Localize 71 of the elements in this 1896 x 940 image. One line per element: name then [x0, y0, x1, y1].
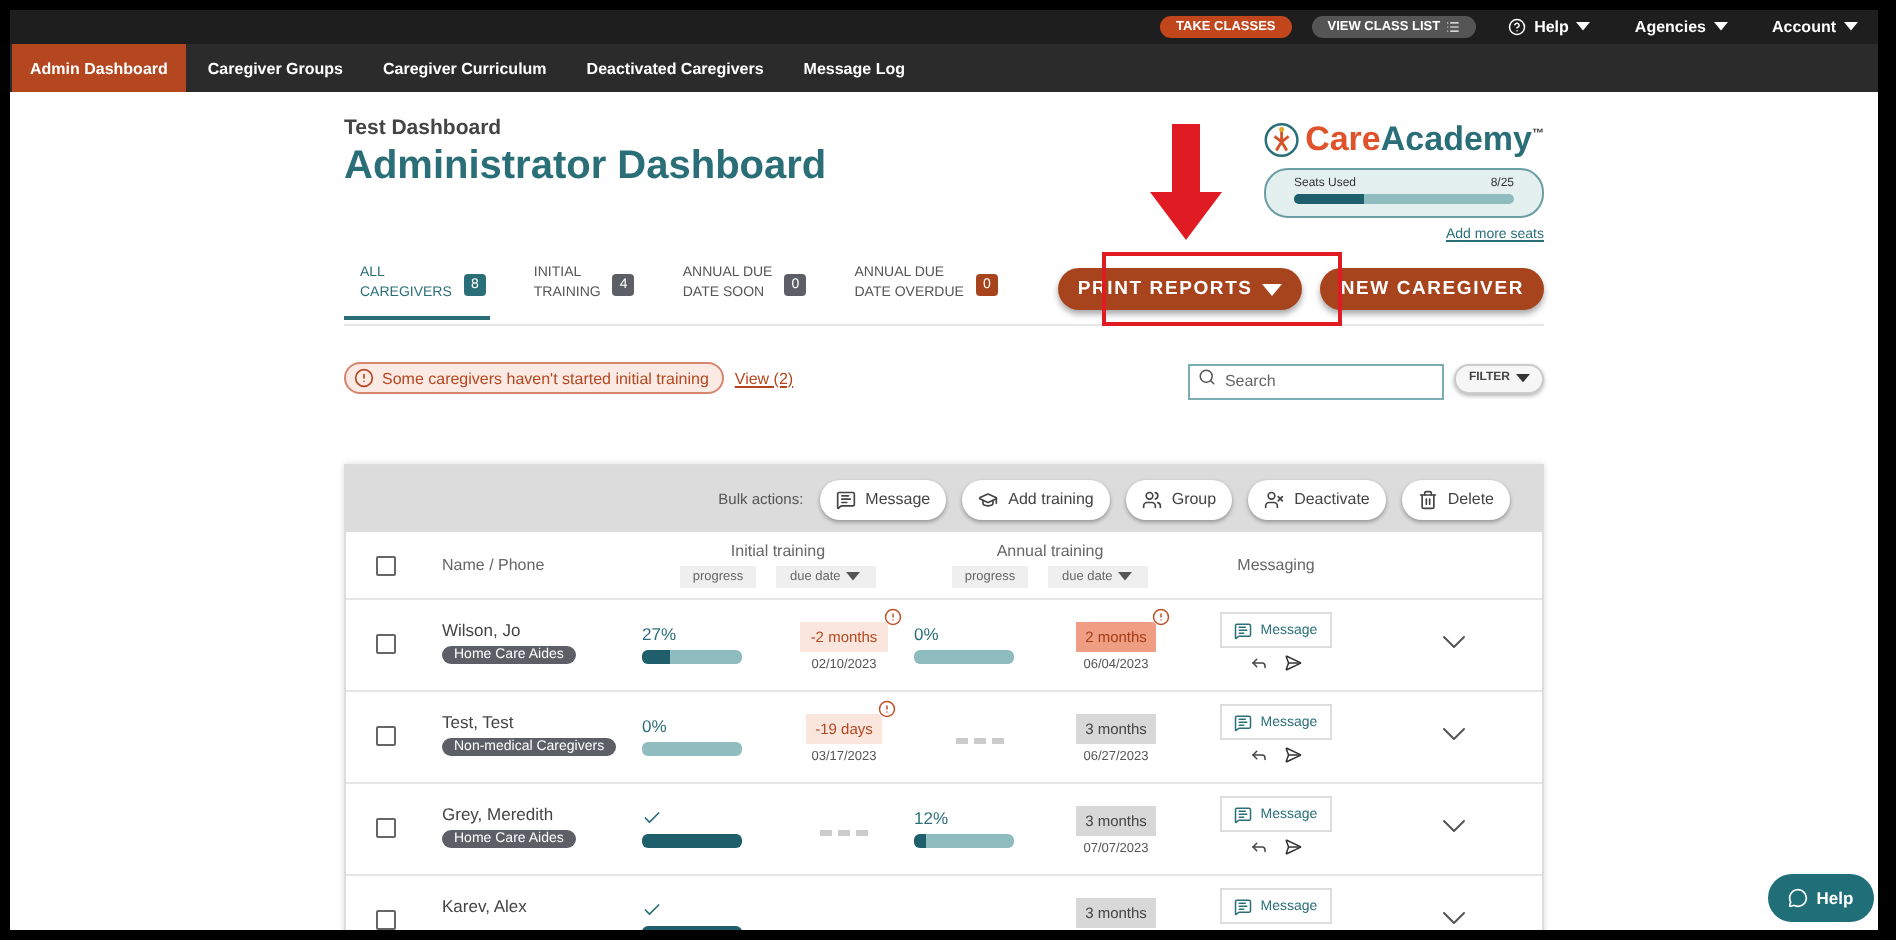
menu-button[interactable]: Account [1760, 18, 1870, 36]
page-title: Administrator Dashboard [344, 144, 827, 190]
caret-icon [1118, 572, 1133, 582]
checkbox[interactable] [376, 818, 396, 838]
remove-person-icon [1264, 489, 1285, 509]
checkbox[interactable] [376, 726, 396, 746]
caret-icon [1576, 22, 1591, 32]
group-icon [1141, 489, 1162, 509]
message-icon [1234, 897, 1253, 915]
checkbox[interactable] [376, 634, 396, 654]
nav-tab[interactable]: Caregiver Curriculum [364, 44, 565, 92]
send-icon[interactable] [1284, 746, 1302, 764]
caregiver-name: Karev, Alex [442, 896, 527, 916]
progress-percent: 0% [914, 624, 939, 644]
message-icon [1234, 713, 1253, 731]
progress-percent: 27% [642, 624, 677, 644]
reply-icon[interactable] [1250, 654, 1268, 672]
logo-wordmark: CareAcademy$^{™}$ [1305, 120, 1544, 160]
alert-icon [354, 368, 374, 388]
trash-icon [1417, 489, 1438, 509]
caret-icon [1516, 373, 1530, 383]
check-icon [642, 900, 662, 920]
bulk-action-button[interactable]: Group [1125, 479, 1233, 519]
bulk-action-button[interactable]: Add training [962, 479, 1110, 519]
logo-mark-icon [1264, 120, 1300, 160]
bulk-action-button[interactable]: Message [819, 479, 947, 519]
caret-icon [1844, 22, 1858, 32]
caregiver-name: Test, Test [442, 712, 514, 732]
menu-button[interactable]: Agencies [1622, 18, 1740, 36]
message-icon [1234, 621, 1253, 639]
message-icon [1234, 805, 1253, 823]
menu-button[interactable]: Help [1496, 18, 1603, 36]
help-icon [1508, 18, 1527, 36]
search-icon [1198, 368, 1217, 386]
alert-message: Some caregivers haven't started initial training [344, 362, 725, 394]
caret-icon [846, 572, 861, 582]
progress-percent: 0% [642, 716, 667, 736]
reply-icon[interactable] [1250, 838, 1268, 856]
empty-dashes-icon [956, 738, 1004, 744]
nav-tab[interactable]: Message Log [785, 44, 923, 92]
bulk-action-button[interactable]: Deactivate [1248, 479, 1386, 519]
graduation-cap-icon [978, 489, 999, 509]
search-field[interactable]: Search [1188, 363, 1445, 399]
bulk-action-button[interactable]: Delete [1401, 479, 1510, 519]
column-header: Name / Phone [442, 556, 547, 574]
caret-icon [1262, 283, 1283, 295]
checkbox[interactable] [376, 555, 396, 575]
chat-bubble-icon [1788, 888, 1809, 908]
nav-tab[interactable]: Admin Dashboard [12, 44, 186, 92]
reply-icon[interactable] [1250, 746, 1268, 764]
caret-icon [1714, 22, 1728, 32]
down-arrow-icon [1150, 124, 1222, 240]
nav-tab[interactable]: Deactivated Caregivers [568, 44, 782, 92]
empty-dashes-icon [820, 830, 868, 836]
caregiver-name: Grey, Meredith [442, 804, 554, 824]
help-button[interactable]: Help [1768, 874, 1874, 922]
send-icon[interactable] [1284, 654, 1302, 672]
check-icon [642, 808, 662, 828]
column-header: Initial training [730, 542, 826, 560]
list-icon [1446, 20, 1461, 34]
view-link[interactable]: View (2) [734, 369, 794, 387]
checkbox[interactable] [376, 910, 396, 930]
nav-tab[interactable]: Caregiver Groups [189, 44, 361, 92]
page-subtitle: Test Dashboard [344, 116, 504, 140]
caregiver-name: Wilson, Jo [442, 620, 521, 640]
progress-percent: 12% [914, 808, 949, 828]
message-icon [835, 489, 856, 509]
column-header: Annual training [996, 542, 1104, 560]
send-icon[interactable] [1284, 838, 1302, 856]
column-header: Messaging [1237, 556, 1315, 574]
new-caregiver-button[interactable]: NEW CAREGIVER [1320, 268, 1544, 310]
